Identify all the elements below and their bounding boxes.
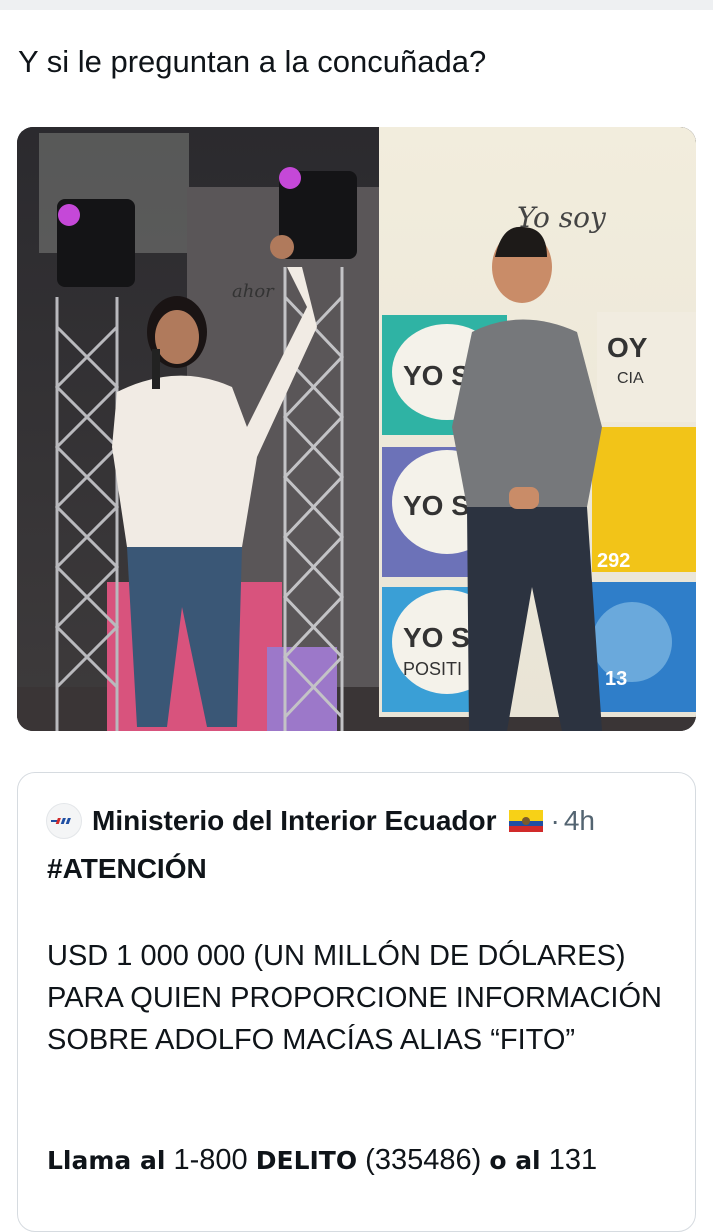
call-word: DELITO [255,1146,358,1175]
svg-text:OY: OY [607,332,648,363]
call-number-2: (335486) [357,1144,490,1176]
svg-text:CIA: CIA [617,370,644,387]
top-divider [0,0,713,10]
quoted-post[interactable]: Ministerio del Interior Ecuador · 4h #AT… [17,772,696,1232]
stage-light-left [57,199,135,287]
call-number-3: 131 [540,1144,598,1176]
author-name[interactable]: Ministerio del Interior Ecuador [92,805,497,837]
post-text: Y si le preguntan a la concuñada? [18,44,487,79]
svg-text:13: 13 [605,668,627,690]
svg-text:292: 292 [597,550,630,572]
post-photo[interactable]: Yo soy YO SO YO SO YO SO POSITI OY CIA 2… [17,127,696,731]
screen-panel-right-1: OY CIA [597,312,696,422]
ecuador-flag-icon [508,810,543,832]
ministry-logo-icon [51,818,71,824]
call-mid: o al [489,1146,541,1175]
post-timestamp[interactable]: 4h [564,805,595,837]
screen-panel-right-2: 292 [592,427,696,572]
call-line: Llama al 1-800 DELITO (335486) o al 131 [47,1139,687,1182]
svg-text:POSITI: POSITI [403,659,462,679]
hashtag[interactable]: #ATENCIÓN [47,853,207,885]
quoted-post-body: USD 1 000 000 (UN MILLÓN DE DÓLARES) PAR… [47,940,662,1056]
author-avatar[interactable] [46,803,82,839]
separator-dot: · [550,805,560,836]
call-number-1: 1-800 [165,1144,256,1176]
quoted-post-header: Ministerio del Interior Ecuador · 4h [46,799,595,843]
truss-sign-text: ahor [232,281,275,302]
call-prefix: Llama al [47,1146,166,1175]
